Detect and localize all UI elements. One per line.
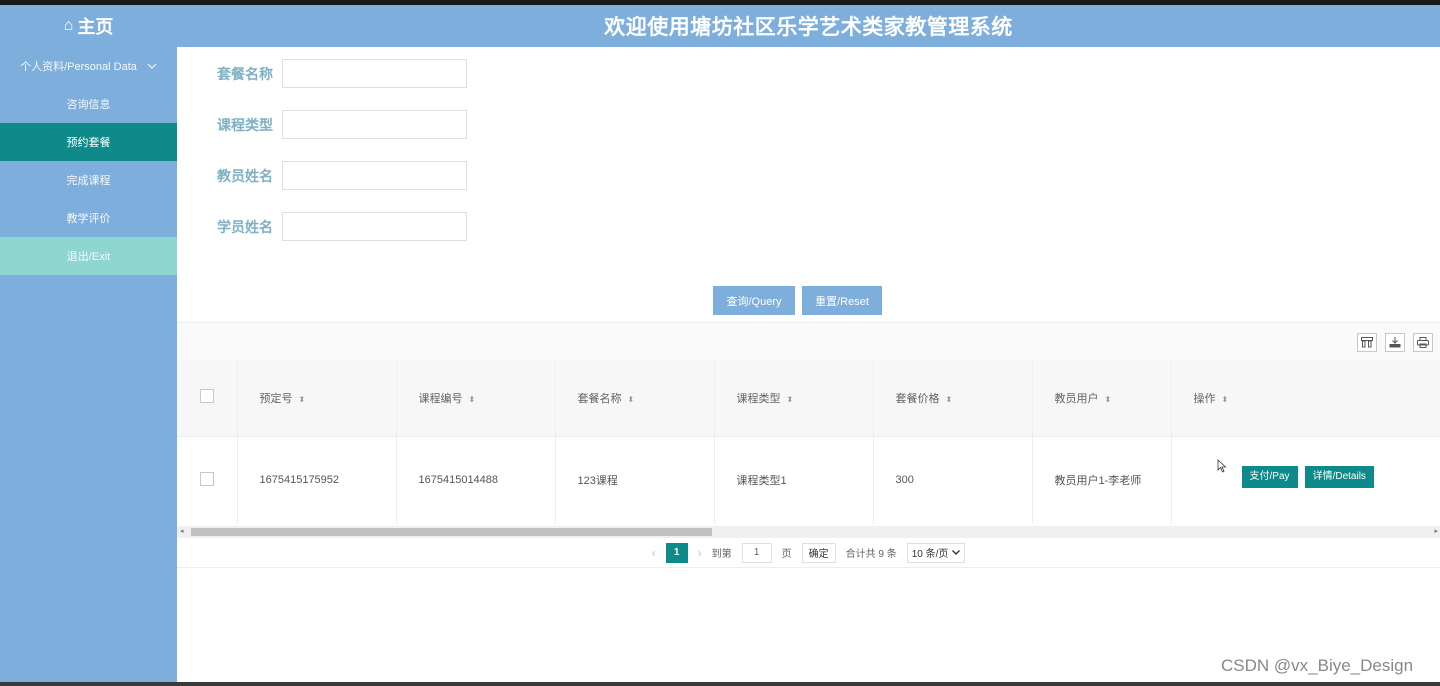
query-button[interactable]: 查询/Query: [713, 286, 795, 315]
sort-icon[interactable]: ⬍: [787, 395, 794, 404]
main-content: 套餐名称 课程类型 教员姓名 学员姓名 查询/Query 重置/Reset 预定…: [177, 47, 1440, 682]
sidebar-item-label: 咨询信息: [66, 99, 111, 111]
sidebar-item-label: 预约套餐: [66, 137, 111, 149]
table-cell: 1675415175952: [237, 436, 397, 524]
column-header[interactable]: 操作 ⬍: [1171, 360, 1440, 437]
prev-page-icon[interactable]: ‹: [652, 546, 656, 560]
current-page[interactable]: 1: [665, 542, 688, 563]
scroll-thumb[interactable]: [191, 528, 712, 536]
pagination: ‹ 1 › 到第 1 页 确定 合计共 9 条 10 条/页: [177, 538, 1440, 568]
columns-icon[interactable]: [1357, 333, 1377, 352]
table-cell: 1675415014488: [396, 436, 556, 524]
goto-confirm-button[interactable]: 确定: [801, 542, 836, 563]
column-header-label: 预定号: [259, 392, 293, 405]
home-label: 主页: [77, 17, 114, 37]
column-header-label: 套餐价格: [895, 392, 940, 405]
page-size-value: 10 条/页: [911, 549, 949, 560]
sidebar-group-personal-data[interactable]: 个人资料/Personal Data: [0, 47, 177, 85]
field-label: 课程类型: [217, 116, 273, 133]
window-bottom-strip: [0, 682, 1440, 686]
sidebar-item-booking[interactable]: 预约套餐: [0, 123, 177, 161]
actions-cell: 支付/Pay 详情/Details: [1171, 436, 1440, 524]
total-count: 合计共 9 条: [845, 549, 897, 560]
next-page-icon[interactable]: ›: [698, 546, 702, 560]
sort-icon[interactable]: ⬍: [1105, 395, 1112, 404]
sidebar-item-label: 完成课程: [66, 175, 111, 187]
print-icon[interactable]: [1413, 333, 1433, 352]
watermark: CSDN @vx_Biye_Design: [1221, 656, 1414, 675]
goto-label: 到第: [711, 549, 732, 560]
row-checkbox[interactable]: [200, 471, 214, 486]
student-name-input[interactable]: [282, 212, 467, 241]
column-header[interactable]: 套餐名称 ⬍: [555, 360, 715, 437]
chevron-down-icon: [952, 550, 961, 555]
pay-button[interactable]: 支付/Pay: [1241, 466, 1298, 489]
package-name-input[interactable]: [282, 59, 467, 88]
sort-icon[interactable]: ⬍: [628, 395, 635, 404]
teacher-name-input[interactable]: [282, 161, 467, 190]
scroll-left-icon[interactable]: ◂: [180, 526, 184, 538]
table-header-row: 预定号 ⬍ 课程编号 ⬍ 套餐名称 ⬍ 课程类型 ⬍ 套餐价格 ⬍ 教员用户 ⬍ 操作 ⬍: [177, 360, 1440, 437]
sidebar-item-label: 教学评价: [66, 213, 111, 225]
column-header[interactable]: 套餐价格 ⬍: [873, 360, 1033, 437]
column-header-label: 套餐名称: [577, 392, 622, 405]
row-select-cell: [177, 436, 238, 524]
system-title: 欢迎使用塘坊社区乐学艺术类家教管理系统: [604, 16, 1013, 39]
table-cell: 123课程: [555, 436, 715, 524]
column-header-label: 课程类型: [736, 392, 781, 405]
sidebar-item-evaluation[interactable]: 教学评价: [0, 199, 177, 237]
home-icon: ⌂: [63, 17, 74, 34]
goto-page-input[interactable]: 1: [741, 542, 772, 563]
booking-table: 预定号 ⬍ 课程编号 ⬍ 套餐名称 ⬍ 课程类型 ⬍ 套餐价格 ⬍ 教员用户 ⬍ 操作 ⬍ 1…: [177, 360, 1440, 524]
table-toolbar: [177, 322, 1440, 360]
column-header-label: 教员用户: [1054, 392, 1099, 405]
column-header[interactable]: 课程类型 ⬍: [714, 360, 874, 437]
column-header-label: 课程编号: [418, 392, 463, 405]
course-type-input[interactable]: [282, 110, 467, 139]
field-label: 教员姓名: [217, 167, 273, 184]
field-label: 学员姓名: [217, 218, 273, 235]
page-suffix: 页: [781, 549, 792, 560]
select-all-checkbox[interactable]: [200, 389, 214, 404]
sort-icon[interactable]: ⬍: [299, 395, 306, 404]
horizontal-scrollbar[interactable]: ◂ ▸: [177, 526, 1440, 538]
export-icon[interactable]: [1385, 333, 1405, 352]
sidebar-item-label: 退出/Exit: [66, 251, 111, 263]
select-all-cell: [177, 360, 238, 437]
reset-button[interactable]: 重置/Reset: [802, 286, 882, 315]
sidebar: 个人资料/Personal Data 咨询信息 预约套餐 完成课程 教学评价 退…: [0, 47, 177, 682]
column-header[interactable]: 预定号 ⬍: [237, 360, 397, 437]
column-header[interactable]: 教员用户 ⬍: [1032, 360, 1172, 437]
search-row-student-name: 学员姓名: [217, 212, 467, 241]
search-row-package-name: 套餐名称: [217, 59, 467, 88]
sidebar-group-label: 个人资料/Personal Data: [20, 61, 137, 73]
column-header-label: 操作: [1193, 392, 1216, 405]
mouse-cursor-icon: [1217, 459, 1227, 473]
sort-icon[interactable]: ⬍: [1222, 395, 1229, 404]
field-label: 套餐名称: [217, 65, 273, 82]
table-row: 1675415175952 1675415014488 123课程 课程类型1 …: [177, 436, 1440, 524]
chevron-down-icon: [147, 63, 157, 69]
column-header[interactable]: 课程编号 ⬍: [396, 360, 556, 437]
home-link[interactable]: ⌂ 主页: [0, 5, 177, 47]
table-cell: 300: [873, 436, 1033, 524]
details-button[interactable]: 详情/Details: [1304, 466, 1374, 489]
table-cell: 教员用户1-李老师: [1032, 436, 1172, 524]
search-row-teacher-name: 教员姓名: [217, 161, 467, 190]
sort-icon[interactable]: ⬍: [946, 395, 953, 404]
sidebar-item-completed[interactable]: 完成课程: [0, 161, 177, 199]
sidebar-item-exit[interactable]: 退出/Exit: [0, 237, 177, 275]
page-size-select[interactable]: 10 条/页: [906, 542, 966, 563]
scroll-right-icon[interactable]: ▸: [1434, 526, 1438, 538]
sort-icon[interactable]: ⬍: [469, 395, 476, 404]
table-cell: 课程类型1: [714, 436, 874, 524]
search-row-course-type: 课程类型: [217, 110, 467, 139]
sidebar-item-consult[interactable]: 咨询信息: [0, 85, 177, 123]
